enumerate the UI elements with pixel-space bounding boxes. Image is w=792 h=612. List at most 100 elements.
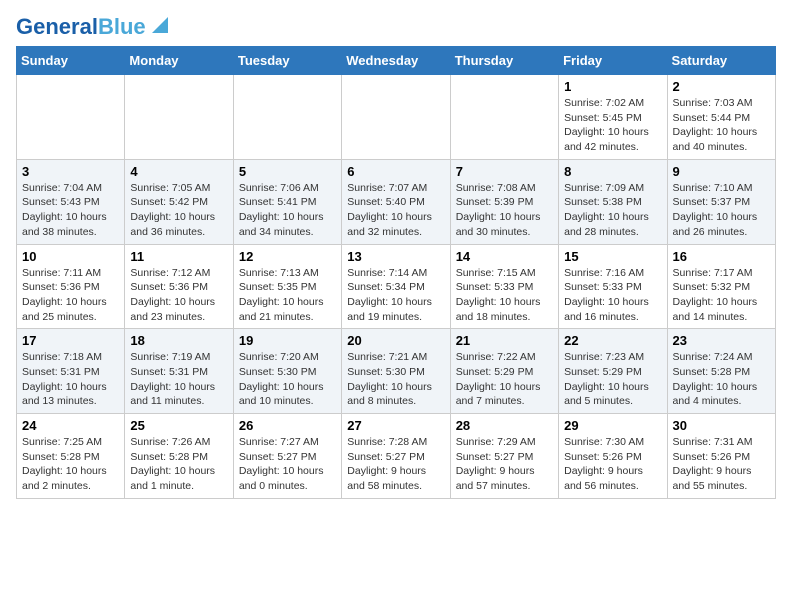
day-number: 23	[673, 333, 770, 348]
day-number: 8	[564, 164, 661, 179]
day-number: 11	[130, 249, 227, 264]
calendar-week-row: 24Sunrise: 7:25 AM Sunset: 5:28 PM Dayli…	[17, 414, 776, 499]
page-header: GeneralBlue	[16, 16, 776, 38]
calendar-day-cell: 21 Sunrise: 7:22 AM Sunset: 5:29 PM Dayli…	[450, 329, 558, 414]
day-info: Sunrise: 7:02 AM Sunset: 5:45 PM Dayligh…	[564, 96, 661, 155]
calendar-day-cell: 19 Sunrise: 7:20 AM Sunset: 5:30 PM Dayli…	[233, 329, 341, 414]
day-info: Sunrise: 7:11 AM Sunset: 5:36 PM Dayligh…	[22, 266, 119, 325]
calendar-day-cell: 9Sunrise: 7:10 AM Sunset: 5:37 PM Daylig…	[667, 159, 775, 244]
day-number: 19	[239, 333, 336, 348]
day-info: Sunrise: 7:05 AM Sunset: 5:42 PM Dayligh…	[130, 181, 227, 240]
day-info: Sunrise: 7:20 AM Sunset: 5:30 PM Dayligh…	[239, 350, 336, 409]
day-number: 30	[673, 418, 770, 433]
calendar-day-cell: 22 Sunrise: 7:23 AM Sunset: 5:29 PM Dayli…	[559, 329, 667, 414]
calendar-day-cell: 26 Sunrise: 7:27 AM Sunset: 5:27 PM Dayli…	[233, 414, 341, 499]
day-info: Sunrise: 7:13 AM Sunset: 5:35 PM Dayligh…	[239, 266, 336, 325]
calendar-table: SundayMondayTuesdayWednesdayThursdayFrid…	[16, 46, 776, 499]
weekday-header: Monday	[125, 47, 233, 75]
calendar-day-cell: 16Sunrise: 7:17 AM Sunset: 5:32 PM Dayli…	[667, 244, 775, 329]
day-number: 5	[239, 164, 336, 179]
calendar-day-cell: 30 Sunrise: 7:31 AM Sunset: 5:26 PM Dayli…	[667, 414, 775, 499]
day-number: 27	[347, 418, 444, 433]
day-info: Sunrise: 7:27 AM Sunset: 5:27 PM Dayligh…	[239, 435, 336, 494]
day-info: Sunrise: 7:19 AM Sunset: 5:31 PM Dayligh…	[130, 350, 227, 409]
day-info: Sunrise: 7:31 AM Sunset: 5:26 PM Dayligh…	[673, 435, 770, 494]
day-number: 13	[347, 249, 444, 264]
day-number: 16	[673, 249, 770, 264]
calendar-day-cell	[233, 75, 341, 160]
calendar-day-cell	[125, 75, 233, 160]
day-info: Sunrise: 7:16 AM Sunset: 5:33 PM Dayligh…	[564, 266, 661, 325]
day-info: Sunrise: 7:30 AM Sunset: 5:26 PM Dayligh…	[564, 435, 661, 494]
calendar-day-cell: 29 Sunrise: 7:30 AM Sunset: 5:26 PM Dayli…	[559, 414, 667, 499]
day-info: Sunrise: 7:21 AM Sunset: 5:30 PM Dayligh…	[347, 350, 444, 409]
calendar-day-cell: 13 Sunrise: 7:14 AM Sunset: 5:34 PM Dayli…	[342, 244, 450, 329]
calendar-header-row: SundayMondayTuesdayWednesdayThursdayFrid…	[17, 47, 776, 75]
day-number: 7	[456, 164, 553, 179]
day-number: 18	[130, 333, 227, 348]
calendar-day-cell	[17, 75, 125, 160]
logo: GeneralBlue	[16, 16, 172, 38]
day-info: Sunrise: 7:24 AM Sunset: 5:28 PM Dayligh…	[673, 350, 770, 409]
day-info: Sunrise: 7:29 AM Sunset: 5:27 PM Dayligh…	[456, 435, 553, 494]
logo-arrow-icon	[148, 13, 172, 37]
weekday-header: Friday	[559, 47, 667, 75]
day-number: 26	[239, 418, 336, 433]
logo-text: GeneralBlue	[16, 16, 146, 38]
weekday-header: Saturday	[667, 47, 775, 75]
weekday-header: Thursday	[450, 47, 558, 75]
day-info: Sunrise: 7:07 AM Sunset: 5:40 PM Dayligh…	[347, 181, 444, 240]
calendar-day-cell: 27 Sunrise: 7:28 AM Sunset: 5:27 PM Dayli…	[342, 414, 450, 499]
day-info: Sunrise: 7:12 AM Sunset: 5:36 PM Dayligh…	[130, 266, 227, 325]
calendar-day-cell: 10Sunrise: 7:11 AM Sunset: 5:36 PM Dayli…	[17, 244, 125, 329]
day-info: Sunrise: 7:08 AM Sunset: 5:39 PM Dayligh…	[456, 181, 553, 240]
calendar-day-cell: 25 Sunrise: 7:26 AM Sunset: 5:28 PM Dayli…	[125, 414, 233, 499]
calendar-day-cell: 4 Sunrise: 7:05 AM Sunset: 5:42 PM Daylig…	[125, 159, 233, 244]
calendar-day-cell: 24Sunrise: 7:25 AM Sunset: 5:28 PM Dayli…	[17, 414, 125, 499]
day-info: Sunrise: 7:04 AM Sunset: 5:43 PM Dayligh…	[22, 181, 119, 240]
calendar-day-cell: 1 Sunrise: 7:02 AM Sunset: 5:45 PM Daylig…	[559, 75, 667, 160]
day-number: 29	[564, 418, 661, 433]
calendar-day-cell: 15Sunrise: 7:16 AM Sunset: 5:33 PM Dayli…	[559, 244, 667, 329]
day-number: 14	[456, 249, 553, 264]
day-info: Sunrise: 7:25 AM Sunset: 5:28 PM Dayligh…	[22, 435, 119, 494]
calendar-day-cell: 8Sunrise: 7:09 AM Sunset: 5:38 PM Daylig…	[559, 159, 667, 244]
calendar-day-cell: 20 Sunrise: 7:21 AM Sunset: 5:30 PM Dayli…	[342, 329, 450, 414]
day-info: Sunrise: 7:23 AM Sunset: 5:29 PM Dayligh…	[564, 350, 661, 409]
day-info: Sunrise: 7:15 AM Sunset: 5:33 PM Dayligh…	[456, 266, 553, 325]
day-info: Sunrise: 7:26 AM Sunset: 5:28 PM Dayligh…	[130, 435, 227, 494]
calendar-day-cell: 6 Sunrise: 7:07 AM Sunset: 5:40 PM Daylig…	[342, 159, 450, 244]
calendar-day-cell: 18 Sunrise: 7:19 AM Sunset: 5:31 PM Dayli…	[125, 329, 233, 414]
weekday-header: Tuesday	[233, 47, 341, 75]
day-info: Sunrise: 7:28 AM Sunset: 5:27 PM Dayligh…	[347, 435, 444, 494]
calendar-week-row: 10Sunrise: 7:11 AM Sunset: 5:36 PM Dayli…	[17, 244, 776, 329]
day-number: 22	[564, 333, 661, 348]
day-number: 20	[347, 333, 444, 348]
day-number: 4	[130, 164, 227, 179]
calendar-day-cell	[450, 75, 558, 160]
day-info: Sunrise: 7:22 AM Sunset: 5:29 PM Dayligh…	[456, 350, 553, 409]
calendar-week-row: 1 Sunrise: 7:02 AM Sunset: 5:45 PM Daylig…	[17, 75, 776, 160]
calendar-day-cell: 2Sunrise: 7:03 AM Sunset: 5:44 PM Daylig…	[667, 75, 775, 160]
day-info: Sunrise: 7:03 AM Sunset: 5:44 PM Dayligh…	[673, 96, 770, 155]
weekday-header: Wednesday	[342, 47, 450, 75]
calendar-week-row: 3Sunrise: 7:04 AM Sunset: 5:43 PM Daylig…	[17, 159, 776, 244]
day-number: 21	[456, 333, 553, 348]
calendar-day-cell: 17Sunrise: 7:18 AM Sunset: 5:31 PM Dayli…	[17, 329, 125, 414]
day-number: 12	[239, 249, 336, 264]
calendar-day-cell: 14 Sunrise: 7:15 AM Sunset: 5:33 PM Dayli…	[450, 244, 558, 329]
day-number: 6	[347, 164, 444, 179]
day-number: 25	[130, 418, 227, 433]
day-number: 28	[456, 418, 553, 433]
calendar-week-row: 17Sunrise: 7:18 AM Sunset: 5:31 PM Dayli…	[17, 329, 776, 414]
calendar-day-cell: 28 Sunrise: 7:29 AM Sunset: 5:27 PM Dayli…	[450, 414, 558, 499]
day-number: 1	[564, 79, 661, 94]
day-info: Sunrise: 7:06 AM Sunset: 5:41 PM Dayligh…	[239, 181, 336, 240]
calendar-day-cell	[342, 75, 450, 160]
day-info: Sunrise: 7:10 AM Sunset: 5:37 PM Dayligh…	[673, 181, 770, 240]
day-info: Sunrise: 7:18 AM Sunset: 5:31 PM Dayligh…	[22, 350, 119, 409]
calendar-day-cell: 11 Sunrise: 7:12 AM Sunset: 5:36 PM Dayli…	[125, 244, 233, 329]
weekday-header: Sunday	[17, 47, 125, 75]
calendar-day-cell: 12 Sunrise: 7:13 AM Sunset: 5:35 PM Dayli…	[233, 244, 341, 329]
day-info: Sunrise: 7:14 AM Sunset: 5:34 PM Dayligh…	[347, 266, 444, 325]
